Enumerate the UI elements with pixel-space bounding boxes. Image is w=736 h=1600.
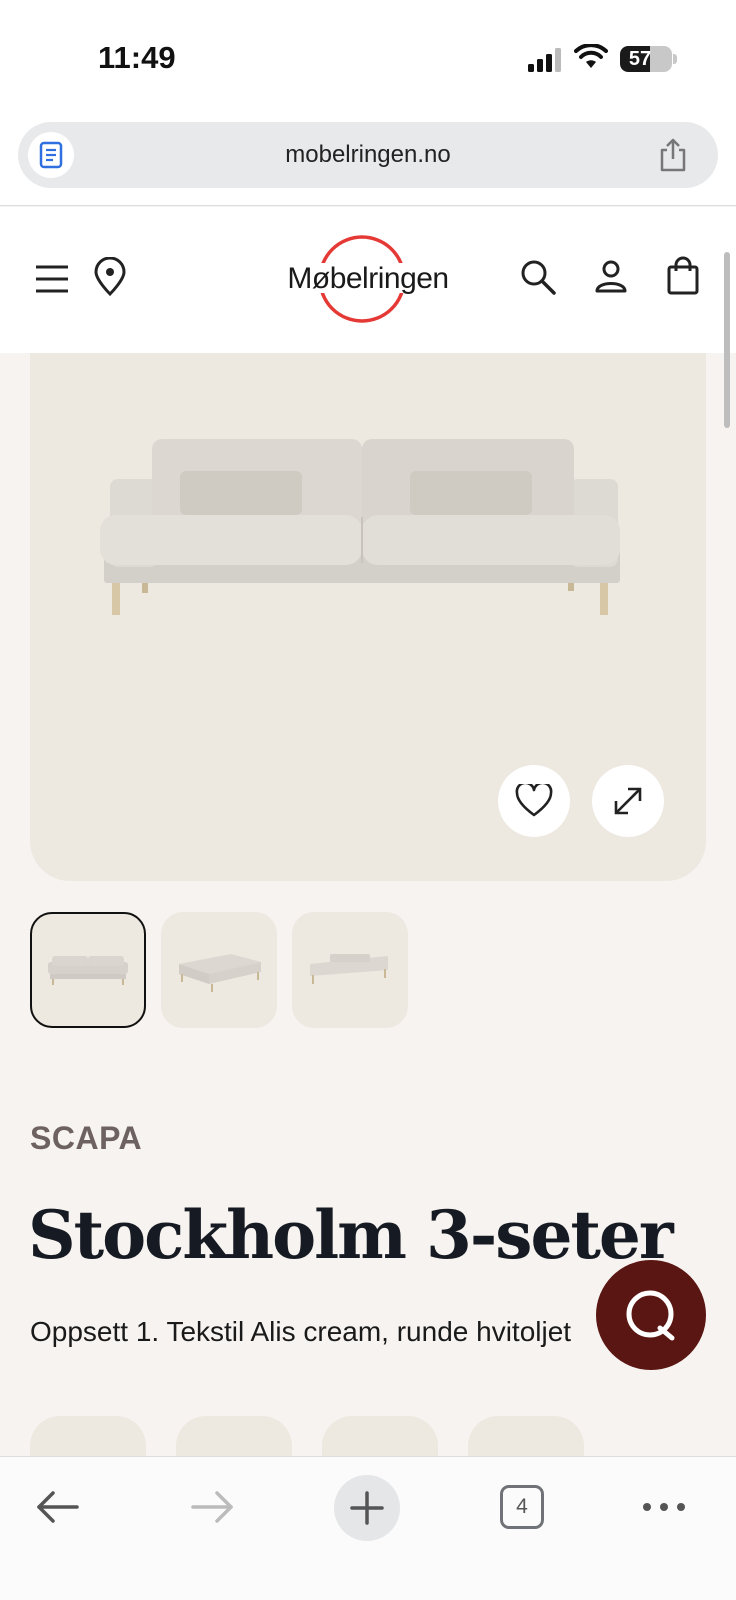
favorite-icon (515, 784, 553, 817)
product-title: Stockholm 3-seter (28, 1196, 674, 1274)
logo-text: Møbelringen (287, 262, 449, 295)
battery-icon: 57 (620, 46, 672, 72)
browser-toolbar: 4 (0, 1456, 736, 1600)
tabs-button[interactable]: 4 (492, 1477, 552, 1537)
thumbnail-front-view[interactable] (30, 912, 146, 1028)
expand-icon (614, 787, 642, 815)
browser-address-area: mobelringen.no (0, 110, 736, 206)
forward-button[interactable] (182, 1477, 242, 1537)
battery-tip (673, 54, 677, 64)
back-button[interactable] (28, 1477, 88, 1537)
thumbnail-sofa-image (179, 954, 261, 992)
forward-arrow-icon (191, 1491, 233, 1523)
search-icon[interactable] (518, 257, 558, 297)
thumbnail-sofa-image (48, 956, 128, 985)
reader-icon (39, 141, 63, 169)
url-bar[interactable]: mobelringen.no (18, 122, 718, 188)
cellular-signal-icon (528, 48, 561, 72)
status-time: 11:49 (98, 40, 176, 75)
share-icon[interactable] (654, 136, 692, 174)
tab-count: 4 (516, 1495, 528, 1518)
status-bar: 11:49 57 (0, 0, 736, 110)
sofa-image (100, 439, 620, 615)
favorite-button[interactable] (498, 765, 570, 837)
thumbnail-angle-view[interactable] (161, 912, 277, 1028)
thumbnail-sofa-image (310, 954, 388, 984)
product-brand[interactable]: SCAPA (30, 1120, 142, 1157)
account-icon[interactable] (591, 257, 631, 297)
reader-button[interactable] (28, 132, 74, 178)
url-text[interactable]: mobelringen.no (18, 122, 718, 188)
new-tab-button[interactable] (334, 1475, 400, 1541)
site-header: Møbelringen (0, 207, 736, 353)
cart-icon[interactable] (663, 255, 703, 295)
location-icon[interactable] (90, 257, 130, 297)
site-logo[interactable]: Møbelringen (276, 231, 460, 327)
battery-level: 57 (628, 48, 652, 70)
expand-button[interactable] (592, 765, 664, 837)
product-image-gallery[interactable] (30, 353, 706, 881)
wifi-icon (574, 44, 608, 68)
page-scrollbar[interactable] (724, 252, 730, 428)
product-description: Oppsett 1. Tekstil Alis cream, runde hvi… (30, 1316, 572, 1347)
back-arrow-icon (37, 1491, 79, 1523)
thumbnail-side-view[interactable] (292, 912, 408, 1028)
menu-icon[interactable] (32, 259, 72, 299)
plus-icon (350, 1491, 384, 1525)
more-icon (643, 1503, 685, 1511)
more-button[interactable] (634, 1477, 694, 1537)
chat-button[interactable] (596, 1260, 706, 1370)
chat-icon (626, 1290, 675, 1341)
tabs-icon: 4 (500, 1485, 544, 1529)
